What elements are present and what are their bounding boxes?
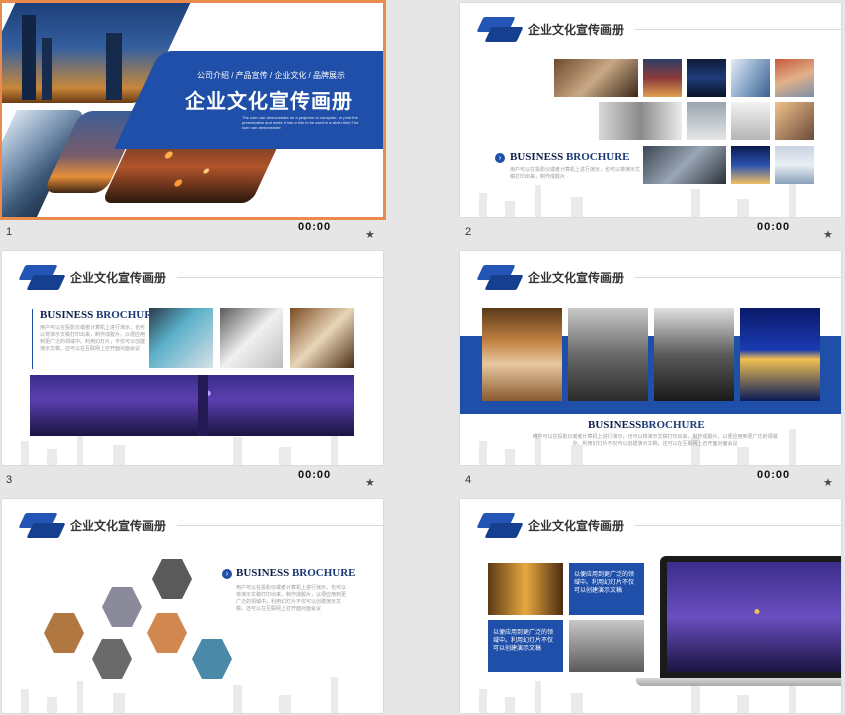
hexagon-hand-photo (147, 613, 187, 653)
laptop-photo (290, 308, 354, 368)
brand-logo-icon (472, 511, 524, 541)
accent-bar (32, 309, 33, 369)
brand-logo-icon (472, 15, 524, 45)
body-text: 用户可以在投影仪或者计算机上进行演示，也可以将演示文稿打印出来，制作成胶片，以便… (236, 585, 347, 612)
header-rule (635, 29, 841, 30)
laptop-screen-photo (667, 562, 841, 672)
hexagon-eiffel-photo (152, 559, 192, 599)
eiffel-tower-photo (654, 308, 734, 401)
slide-thumbnail-2[interactable]: 企业文化宣传画册 › BUSINESS BROCHURE 用户可以在投影仪或者计… (460, 3, 841, 217)
subtitle-text: 公司介绍 / 产品宣传 / 企业文化 / 品牌展示 (197, 71, 346, 80)
laptop-photo (554, 59, 638, 97)
slide-thumbnail-6[interactable]: 企业文化宣传画册 以便应用到更广泛的领域中。利用幻灯片不仅可以创建演示文稿 以便… (460, 499, 841, 713)
night-city-panorama-photo (30, 375, 354, 436)
chevron-right-icon: › (222, 569, 232, 579)
slide-timing: 00:00 (298, 469, 332, 481)
hand-photo (775, 102, 814, 140)
brand-logo-icon (14, 263, 66, 293)
hexagon-manhattan-photo (92, 639, 132, 679)
slide-timing: 00:00 (757, 221, 791, 233)
tablet-photo (149, 308, 213, 368)
info-box-1-text: 以便应用到更广泛的领域中。利用幻灯片不仅可以创建演示文稿 (574, 572, 635, 594)
tower-silhouette (198, 375, 208, 436)
city-photo (643, 59, 682, 97)
slide-thumbnail-3[interactable]: 企业文化宣传画册 BUSINESS BROCHURE 用户可以在投影仪或者计算机… (2, 251, 383, 465)
animation-star-icon[interactable]: ★ (823, 476, 833, 489)
skyscraper-silhouettes (22, 15, 36, 100)
manhattan-photo (568, 308, 648, 401)
animation-star-icon[interactable]: ★ (365, 476, 375, 489)
header-rule (635, 525, 841, 526)
slide-number: 1 (6, 226, 13, 238)
body-text: 用户可以在投影仪或者计算机上进行演示，也可以将演示文稿打印出来，制作成胶片 (510, 167, 641, 180)
skyscraper-lookup-photo (569, 620, 644, 672)
animation-star-icon[interactable]: ★ (365, 228, 375, 241)
body-text: 用户可以在投影仪或者计算机上进行演示，也可以将演示文稿打印出来，制作成胶片，以便… (40, 325, 146, 352)
hexagon-devices-photo (102, 587, 142, 627)
hexagon-pier-photo (44, 613, 84, 653)
business-brochure-heading: BUSINESS BROCHURE (40, 309, 160, 321)
animation-star-icon[interactable]: ★ (823, 228, 833, 241)
office-photo (599, 102, 682, 140)
laptop-desk-photo (687, 102, 726, 140)
laptop-base (636, 678, 841, 686)
slide-header: 企业文化宣传画册 (528, 23, 625, 37)
slide-number: 3 (6, 474, 13, 486)
slide-header: 企业文化宣传画册 (528, 519, 625, 533)
body-text: 用户可以在投影仪或者计算机上进行演示，也可以将演示文稿打印出来，制作成胶片，以便… (532, 434, 778, 447)
rooftops-photo (775, 59, 814, 97)
slide-title: 企业文化宣传画册 (185, 91, 353, 113)
waterfront-night-photo (740, 308, 820, 401)
slide-number: 4 (465, 474, 472, 486)
slide-thumbnail-1[interactable]: 公司介绍 / 产品宣传 / 企业文化 / 品牌展示 企业文化宣传画册 The u… (0, 0, 386, 220)
notebook-photo (731, 102, 770, 140)
body-text: The user can demonstrate on a projector … (242, 115, 359, 130)
golden-tower-photo (488, 563, 563, 615)
skyscraper-silhouette (42, 38, 52, 100)
brand-logo-icon (472, 263, 524, 293)
header-rule (177, 277, 383, 278)
business-brochure-heading: BUSINESS BROCHURE (510, 151, 630, 163)
business-brochure-heading: BUSINESS BROCHURE (236, 567, 356, 579)
bridge-photo (775, 146, 814, 184)
slide-header: 企业文化宣传画册 (528, 271, 625, 285)
night-skyline-photo (731, 146, 770, 184)
ferris-wheel-photo (687, 59, 726, 97)
hexagon-tablet-photo (192, 639, 232, 679)
pier-photo (482, 308, 562, 401)
slide-timing: 00:00 (757, 469, 791, 481)
slide-thumbnail-5[interactable]: 企业文化宣传画册 › BUSINESS BROCHURE 用户可以在投影仪或者计… (2, 499, 383, 713)
glass-tower-photo (731, 59, 770, 97)
chevron-right-icon: › (495, 153, 505, 163)
skyscraper-silhouette (106, 33, 122, 100)
phone-headphones-photo (643, 146, 726, 184)
info-box-2-text: 以便应用到更广泛的领域中。利用幻灯片不仅可以创建演示文稿 (493, 630, 554, 652)
tablet-keyboard-photo (220, 308, 283, 368)
header-rule (635, 277, 841, 278)
slide-number: 2 (465, 226, 472, 238)
business-brochure-heading: BUSINESSBROCHURE (588, 419, 705, 431)
slide-thumbnail-4[interactable]: 企业文化宣传画册 BUSINESSBROCHURE 用户可以在投影仪或者计算机上… (460, 251, 841, 465)
slide-timing: 00:00 (298, 221, 332, 233)
slide-header: 企业文化宣传画册 (70, 271, 167, 285)
